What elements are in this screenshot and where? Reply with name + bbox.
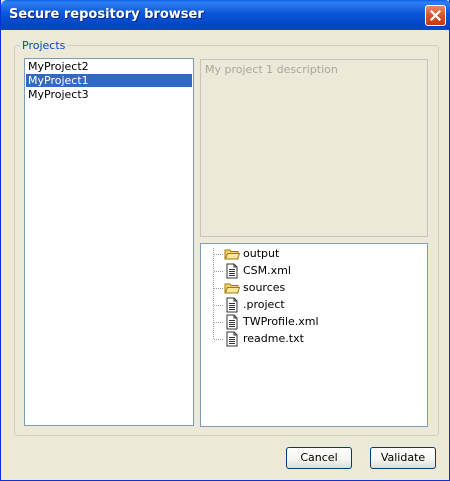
project-description-text: My project 1 description <box>205 63 338 76</box>
folder-icon <box>224 249 240 260</box>
projects-group-label: Projects <box>20 39 68 52</box>
dialog-window: Secure repository browser Projects MyPro… <box>0 0 450 481</box>
validate-button[interactable]: Validate <box>370 447 436 469</box>
file-icon <box>226 297 238 313</box>
project-description-area[interactable]: My project 1 description <box>200 59 428 237</box>
close-button[interactable] <box>425 5 446 26</box>
tree-item-label: output <box>243 247 280 260</box>
project-list[interactable]: MyProject2 MyProject1 MyProject3 <box>24 58 194 426</box>
tree-item-label: readme.txt <box>243 332 304 345</box>
file-icon <box>226 263 238 279</box>
file-icon <box>226 331 238 347</box>
tree-item-label: TWProfile.xml <box>243 315 319 328</box>
tree-item-label: sources <box>243 281 286 294</box>
tree-item-label: CSM.xml <box>243 264 291 277</box>
tree-item-label: .project <box>243 298 285 311</box>
folder-icon <box>224 283 240 294</box>
file-icon <box>226 314 238 330</box>
project-list-item[interactable]: MyProject3 <box>26 88 192 101</box>
cancel-button[interactable]: Cancel <box>286 447 352 469</box>
window-title: Secure repository browser <box>9 7 204 22</box>
file-tree[interactable]: output CSM.xml sources .project TWProfil… <box>200 243 428 427</box>
close-icon <box>430 10 441 21</box>
title-bar[interactable]: Secure repository browser <box>1 0 450 30</box>
project-list-item-selected[interactable]: MyProject1 <box>26 74 192 87</box>
project-list-item[interactable]: MyProject2 <box>26 60 192 73</box>
